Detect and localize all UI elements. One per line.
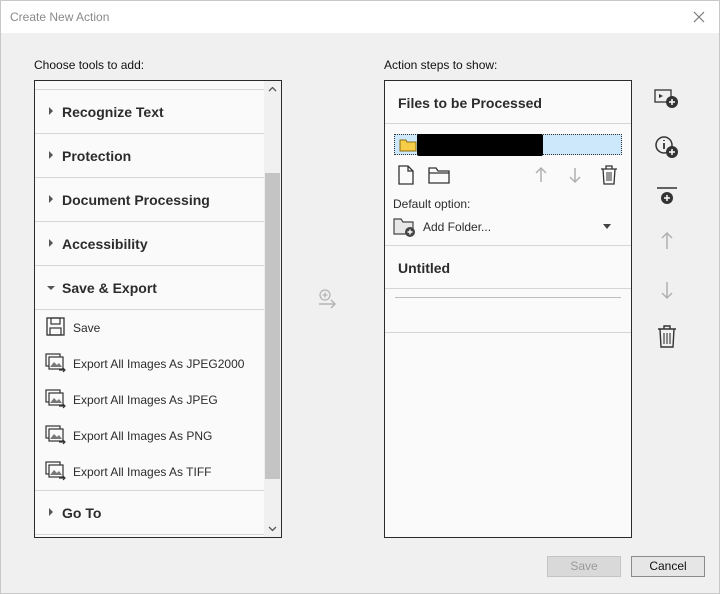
caret-right-icon [49, 151, 53, 159]
side-move-up-icon[interactable] [653, 227, 681, 255]
tools-label: Choose tools to add: [34, 58, 145, 72]
save-button[interactable]: Save [547, 556, 621, 577]
add-file-icon[interactable] [395, 164, 417, 186]
group-go-to[interactable]: Go To [35, 490, 265, 534]
untitled-section-title[interactable]: Untitled [398, 260, 450, 276]
move-up-icon[interactable] [530, 164, 552, 186]
selected-folder-row[interactable] [394, 134, 622, 156]
group-label: Go To [62, 505, 102, 521]
side-move-down-icon[interactable] [653, 276, 681, 304]
cancel-button[interactable]: Cancel [631, 556, 705, 577]
close-icon[interactable] [689, 7, 709, 27]
tool-export-jpeg2000[interactable]: Export All Images As JPEG2000 [35, 346, 265, 382]
tool-save[interactable]: Save [35, 310, 265, 346]
dialog-title: Create New Action [10, 10, 110, 24]
trash-icon[interactable] [598, 164, 620, 186]
tool-export-tiff[interactable]: Export All Images As TIFF [35, 454, 265, 490]
group-protection[interactable]: Protection [35, 133, 265, 177]
caret-right-icon [49, 239, 53, 247]
move-down-icon[interactable] [564, 164, 586, 186]
caret-down-icon [47, 286, 55, 290]
tool-label: Export All Images As JPEG [73, 393, 218, 407]
group-label: Protection [62, 148, 132, 164]
caret-right-icon [49, 107, 53, 115]
side-trash-icon[interactable] [653, 323, 681, 351]
add-info-icon[interactable] [653, 134, 681, 162]
caret-right-icon [49, 195, 53, 203]
steps-label: Action steps to show: [384, 58, 498, 72]
redacted-path [417, 134, 543, 156]
scroll-up-icon[interactable] [264, 81, 281, 98]
insert-instruction-icon[interactable] [653, 85, 681, 113]
tool-export-png[interactable]: Export All Images As PNG [35, 418, 265, 454]
add-step-arrow-icon[interactable] [316, 288, 340, 312]
tools-list-panel: Recognize Text Protection Document Proce… [34, 80, 282, 538]
title-bar: Create New Action [1, 1, 719, 33]
group-label: Document Processing [62, 192, 210, 208]
tool-export-jpeg[interactable]: Export All Images As JPEG [35, 382, 265, 418]
export-images-icon [44, 460, 68, 482]
default-option-label: Default option: [393, 197, 471, 211]
scroll-thumb[interactable] [265, 173, 280, 479]
group-label: Accessibility [62, 236, 148, 252]
create-action-dialog: Create New Action Choose tools to add: A… [0, 0, 720, 594]
files-section-title: Files to be Processed [398, 95, 542, 111]
add-panel-separator-icon[interactable] [653, 184, 681, 212]
group-document-processing[interactable]: Document Processing [35, 177, 265, 221]
tools-scrollbar[interactable] [264, 81, 281, 537]
tool-label: Export All Images As JPEG2000 [73, 357, 245, 371]
group-save-export[interactable]: Save & Export [35, 265, 265, 309]
default-option-value: Add Folder... [423, 220, 492, 234]
default-option-select[interactable]: Add Folder... [391, 215, 623, 239]
save-icon [44, 316, 68, 338]
tool-label: Export All Images As PNG [73, 429, 213, 443]
add-folder-icon[interactable] [427, 164, 450, 186]
chevron-down-icon [603, 224, 611, 229]
caret-right-icon [49, 508, 53, 516]
group-label: Save & Export [62, 280, 157, 296]
add-folder-plus-icon [393, 216, 417, 238]
export-images-icon [44, 352, 68, 374]
scroll-down-icon[interactable] [264, 520, 281, 537]
folder-icon [399, 138, 417, 152]
group-label: Recognize Text [62, 104, 164, 120]
export-images-icon [44, 424, 68, 446]
export-images-icon [44, 388, 68, 410]
tool-label: Save [73, 321, 101, 335]
tools-list: Recognize Text Protection Document Proce… [35, 89, 265, 535]
tool-label: Export All Images As TIFF [73, 465, 212, 479]
group-accessibility[interactable]: Accessibility [35, 221, 265, 265]
group-recognize-text[interactable]: Recognize Text [35, 89, 265, 133]
action-steps-panel: Files to be Processed Default option: Ad… [384, 80, 632, 538]
